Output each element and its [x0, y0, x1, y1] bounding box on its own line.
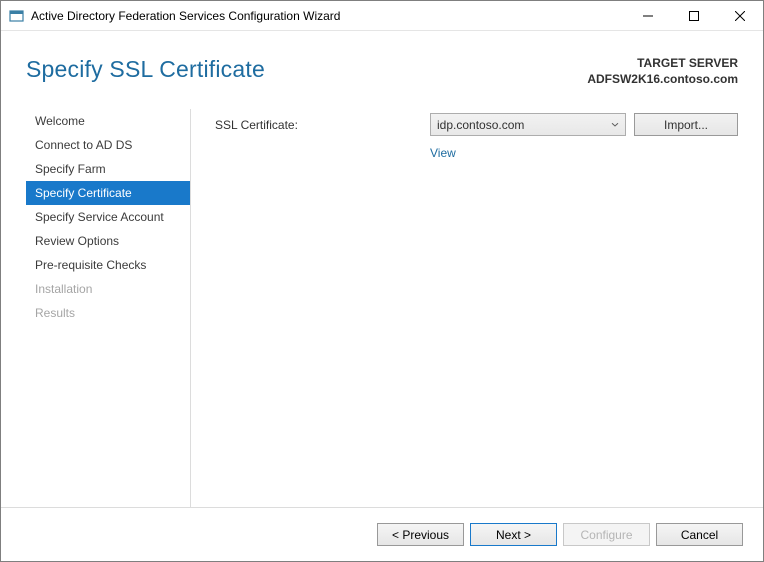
previous-button[interactable]: < Previous — [377, 523, 464, 546]
view-link-label: View — [430, 146, 456, 160]
target-server-value: ADFSW2K16.contoso.com — [587, 72, 738, 88]
sidebar-item-label: Connect to AD DS — [35, 138, 132, 152]
ssl-certificate-label: SSL Certificate: — [215, 118, 430, 132]
sidebar-item-label: Specify Service Account — [35, 210, 164, 224]
sidebar-item-label: Specify Certificate — [35, 186, 132, 200]
sidebar-item-connect-adds[interactable]: Connect to AD DS — [26, 133, 190, 157]
main-panel: SSL Certificate: idp.contoso.com Import.… — [191, 109, 738, 507]
ssl-certificate-dropdown[interactable]: idp.contoso.com — [430, 113, 626, 136]
sidebar-item-installation: Installation — [26, 277, 190, 301]
close-button[interactable] — [717, 1, 763, 30]
configure-button: Configure — [563, 523, 650, 546]
wizard-window: Active Directory Federation Services Con… — [0, 0, 764, 562]
target-server-block: TARGET SERVER ADFSW2K16.contoso.com — [587, 56, 738, 87]
sidebar-item-specify-farm[interactable]: Specify Farm — [26, 157, 190, 181]
sidebar-item-label: Results — [35, 306, 75, 320]
view-certificate-link[interactable]: View — [430, 146, 738, 160]
target-server-label: TARGET SERVER — [587, 56, 738, 72]
sidebar-item-label: Installation — [35, 282, 92, 296]
sidebar-item-prerequisite-checks[interactable]: Pre-requisite Checks — [26, 253, 190, 277]
wizard-footer: < Previous Next > Configure Cancel — [1, 507, 763, 561]
content-area: Specify SSL Certificate TARGET SERVER AD… — [1, 31, 763, 507]
ssl-certificate-selected: idp.contoso.com — [437, 118, 524, 132]
window-title: Active Directory Federation Services Con… — [31, 9, 625, 23]
sidebar-item-results: Results — [26, 301, 190, 325]
chevron-down-icon — [611, 122, 619, 128]
wizard-sidebar: Welcome Connect to AD DS Specify Farm Sp… — [26, 109, 191, 507]
sidebar-item-label: Review Options — [35, 234, 119, 248]
header-row: Specify SSL Certificate TARGET SERVER AD… — [26, 56, 738, 87]
cancel-button[interactable]: Cancel — [656, 523, 743, 546]
body-area: Welcome Connect to AD DS Specify Farm Sp… — [26, 109, 738, 507]
window-controls — [625, 1, 763, 30]
titlebar: Active Directory Federation Services Con… — [1, 1, 763, 31]
sidebar-item-label: Welcome — [35, 114, 85, 128]
sidebar-item-label: Specify Farm — [35, 162, 106, 176]
import-button[interactable]: Import... — [634, 113, 738, 136]
next-button[interactable]: Next > — [470, 523, 557, 546]
page-title: Specify SSL Certificate — [26, 56, 265, 83]
app-icon — [9, 8, 25, 24]
maximize-button[interactable] — [671, 1, 717, 30]
sidebar-item-label: Pre-requisite Checks — [35, 258, 146, 272]
import-button-label: Import... — [664, 118, 708, 132]
sidebar-item-specify-certificate[interactable]: Specify Certificate — [26, 181, 190, 205]
sidebar-item-specify-service-account[interactable]: Specify Service Account — [26, 205, 190, 229]
minimize-button[interactable] — [625, 1, 671, 30]
sidebar-item-welcome[interactable]: Welcome — [26, 109, 190, 133]
ssl-certificate-row: SSL Certificate: idp.contoso.com Import.… — [215, 113, 738, 136]
sidebar-item-review-options[interactable]: Review Options — [26, 229, 190, 253]
